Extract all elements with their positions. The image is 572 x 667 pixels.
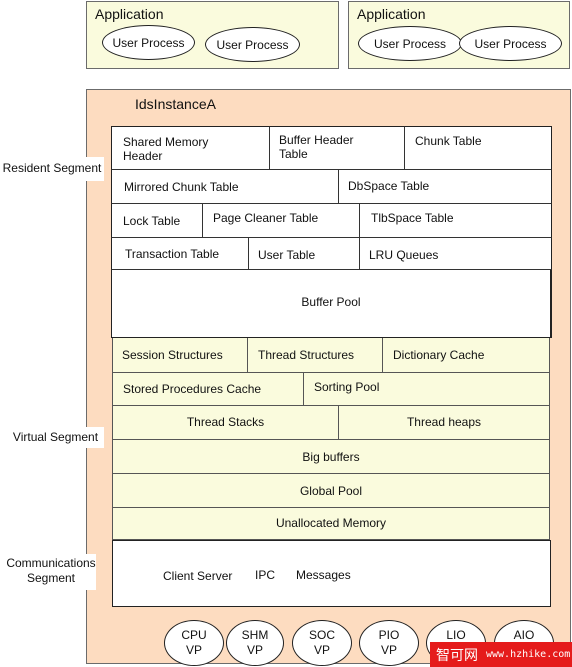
page-cleaner-table: Page Cleaner Table [203, 204, 360, 238]
vp-pio: PIO VP [359, 620, 419, 666]
tlbspace-table: TlbSpace Table [360, 204, 552, 238]
thread-heaps: Thread heaps [339, 406, 550, 440]
lru-queues: LRU Queues [360, 238, 552, 270]
user-process: User Process [459, 26, 562, 61]
comm-item: Messages [296, 568, 351, 582]
virtual-segment-label: Virtual Segment [7, 427, 104, 448]
user-process: User Process [358, 26, 462, 61]
application-box-1: Application User Process User Process [86, 1, 339, 69]
watermark-url: www.hzhike.com [486, 649, 571, 660]
comm-item: Client Server [163, 569, 233, 583]
watermark-logo: 智可网 [436, 646, 478, 663]
dbspace-table: DbSpace Table [339, 170, 552, 204]
vp-soc: SOC VP [292, 620, 352, 666]
lock-table: Lock Table [111, 204, 203, 238]
resident-segment-label: Resident Segment [0, 157, 104, 181]
global-pool: Global Pool [112, 474, 550, 508]
comm-item: IPC [255, 568, 276, 582]
unallocated-memory: Unallocated Memory [112, 508, 550, 540]
communications-segment-label: Communications Segment [6, 554, 96, 590]
buffer-header-table: Buffer Header Table [270, 126, 405, 170]
user-table: User Table [249, 238, 360, 270]
stored-procedures-cache: Stored Procedures Cache [112, 373, 304, 406]
watermark: 智可网 www.hzhike.com [430, 642, 572, 667]
user-process: User Process [205, 27, 300, 62]
application-title: Application [357, 6, 426, 22]
buffer-pool: Buffer Pool [111, 270, 552, 338]
vp-shm: SHM VP [226, 620, 284, 666]
thread-stacks: Thread Stacks [112, 406, 339, 440]
application-box-2: Application User Process User Process [348, 1, 570, 69]
transaction-table: Transaction Table [111, 238, 249, 270]
sorting-pool: Sorting Pool [304, 373, 550, 406]
user-process: User Process [102, 25, 195, 60]
chunk-table: Chunk Table [405, 126, 552, 170]
communications-segment: Client Server IPC Messages [112, 540, 551, 607]
thread-structures: Thread Structures [248, 338, 383, 373]
mirrored-chunk-table: Mirrored Chunk Table [111, 170, 339, 204]
instance-title: IdsInstanceA [135, 96, 216, 112]
session-structures: Session Structures [112, 338, 248, 373]
big-buffers: Big buffers [112, 440, 550, 474]
vp-cpu: CPU VP [164, 620, 224, 666]
shared-memory-header: Shared Memory Header [111, 126, 270, 170]
dictionary-cache: Dictionary Cache [383, 338, 550, 373]
application-title: Application [95, 6, 164, 22]
